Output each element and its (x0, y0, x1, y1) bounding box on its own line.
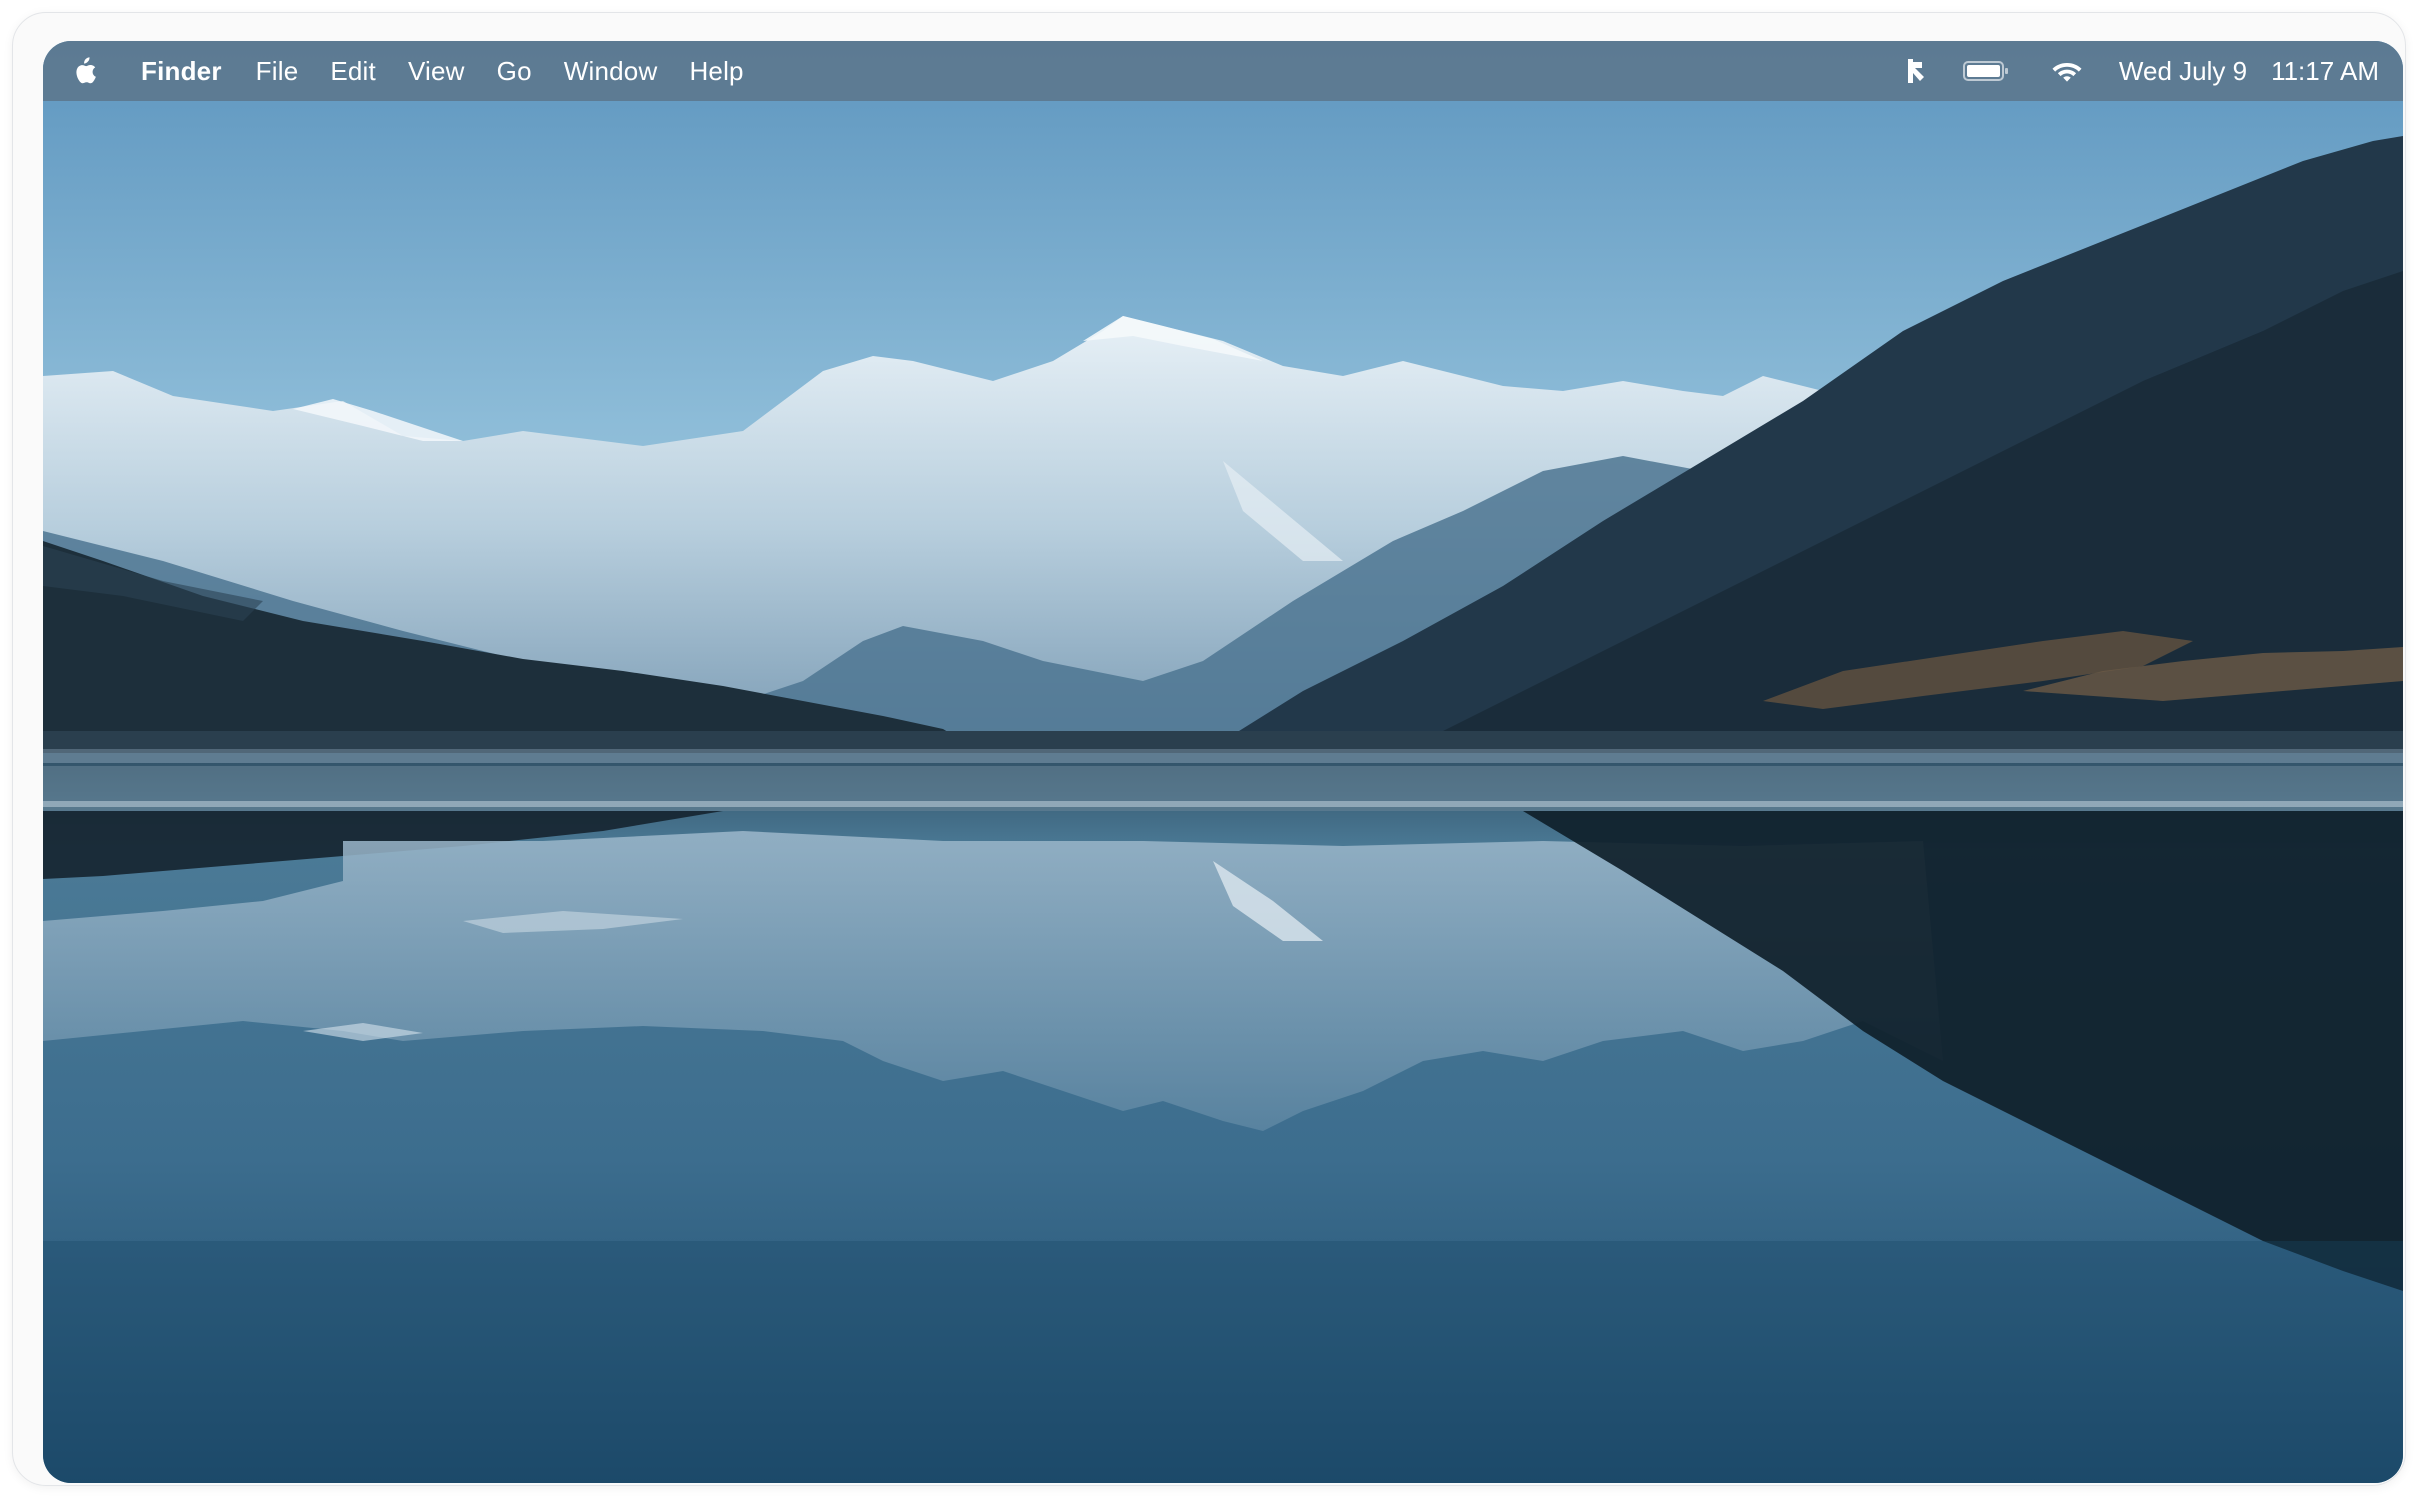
menu-bar-right: Wed July 9 11:17 AM (1875, 41, 2379, 101)
wifi-icon[interactable] (2051, 59, 2083, 83)
menu-go[interactable]: Go (497, 56, 532, 87)
menu-file[interactable]: File (256, 56, 299, 87)
desktop-screen: Finder File Edit View Go Window Help Wed… (43, 41, 2403, 1483)
device-frame: Finder File Edit View Go Window Help Wed… (12, 12, 2406, 1486)
menu-bar-date[interactable]: Wed July 9 (2119, 56, 2247, 87)
menu-bar-clock[interactable]: 11:17 AM (2271, 56, 2379, 87)
menu-view[interactable]: View (408, 56, 465, 87)
menu-app-finder[interactable]: Finder (141, 56, 222, 87)
menu-bar-left: Finder File Edit View Go Window Help (71, 41, 776, 101)
app-tray-icon[interactable] (1905, 57, 1927, 85)
menu-window[interactable]: Window (564, 56, 658, 87)
menu-bar: Finder File Edit View Go Window Help Wed… (43, 41, 2403, 101)
menu-help[interactable]: Help (689, 56, 743, 87)
battery-icon[interactable] (1962, 60, 2009, 82)
menu-edit[interactable]: Edit (330, 56, 376, 87)
desktop-wallpaper (43, 41, 2403, 1483)
apple-logo-icon[interactable] (71, 54, 101, 88)
